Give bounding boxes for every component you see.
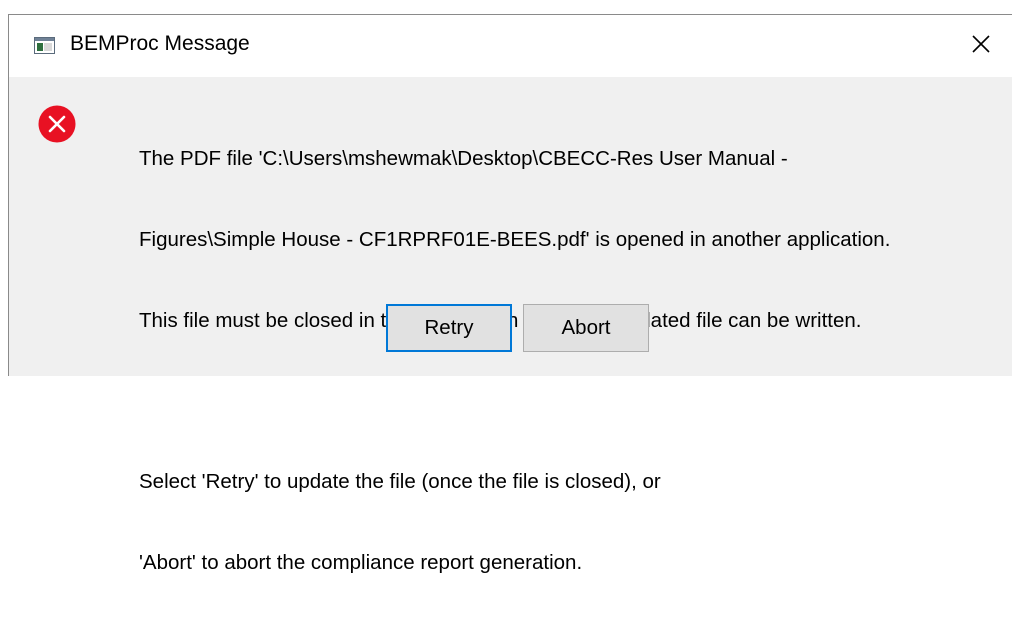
abort-button[interactable]: Abort	[523, 304, 649, 352]
close-button[interactable]	[950, 15, 1012, 77]
message-line: Figures\Simple House - CF1RPRF01E-BEES.p…	[139, 228, 891, 251]
message-line: 'Abort' to abort the compliance report g…	[139, 551, 583, 574]
retry-button[interactable]: Retry	[386, 304, 512, 352]
message-dialog: BEMProc Message The PDF file 'C:\Users\m…	[8, 14, 1012, 574]
title-bar[interactable]: BEMProc Message	[9, 15, 1012, 77]
message-line: Select 'Retry' to update the file (once …	[139, 470, 661, 493]
dialog-title: BEMProc Message	[70, 32, 250, 55]
window-app-icon	[34, 37, 55, 54]
close-x-icon	[971, 34, 991, 59]
message-text: The PDF file 'C:\Users\mshewmak\Desktop\…	[139, 91, 999, 630]
message-line: The PDF file 'C:\Users\mshewmak\Desktop\…	[139, 147, 788, 170]
error-icon	[38, 105, 76, 143]
